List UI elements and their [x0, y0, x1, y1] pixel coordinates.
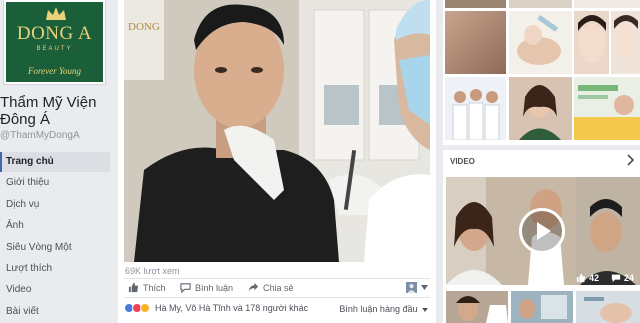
nav-item-photos[interactable]: Ảnh	[0, 216, 110, 236]
photo-thumb[interactable]	[509, 0, 572, 8]
play-button[interactable]	[519, 208, 565, 254]
page-nav: Trang chủ Giới thiệu Dịch vụ Ảnh Siêu Vò…	[0, 152, 110, 323]
crown-icon	[46, 7, 66, 20]
nav-item-posts[interactable]: Bài viết	[0, 302, 110, 322]
featured-video[interactable]: 42 24	[446, 177, 640, 285]
nav-item-sieu-vong-mot[interactable]: Siêu Vòng Một	[0, 238, 110, 258]
wow-reaction-icon	[140, 303, 150, 313]
video-thumb[interactable]	[511, 291, 573, 323]
video-comments-stat: 24	[611, 273, 634, 283]
post-as-selector[interactable]	[406, 282, 428, 293]
photo-thumb[interactable]	[509, 77, 572, 140]
photo-thumb[interactable]	[445, 77, 506, 140]
left-column: DONG A BEAUTY Forever Young Thẩm Mỹ Viện…	[0, 0, 112, 323]
like-icon	[128, 282, 139, 293]
reactions-summary[interactable]: Hà My, Võ Hà Tĩnh và 178 người khác	[124, 303, 308, 313]
photos-grid	[443, 0, 640, 145]
svg-text:DONG: DONG	[128, 21, 160, 33]
post-video[interactable]: DONG	[124, 0, 430, 262]
video-likes-count: 42	[589, 273, 600, 283]
photo-thumb[interactable]	[445, 11, 506, 74]
share-label: Chia sẻ	[263, 282, 294, 293]
page-title[interactable]: Thẩm Mỹ Viện Đông Á	[0, 94, 118, 128]
like-button[interactable]: Thích	[128, 282, 166, 293]
logo-tagline: Forever Young	[27, 66, 82, 76]
comment-icon	[611, 274, 621, 283]
chevron-right-icon[interactable]	[627, 154, 635, 166]
photo-thumb[interactable]	[611, 11, 640, 74]
video-comments-count: 24	[624, 273, 635, 283]
comment-sort-label: Bình luận hàng đầu	[339, 304, 418, 314]
caret-down-icon	[421, 285, 428, 290]
like-label: Thích	[143, 282, 166, 293]
page-profile-logo[interactable]: DONG A BEAUTY Forever Young	[4, 0, 105, 84]
facebook-page: DONG A BEAUTY Forever Young Thẩm Mỹ Viện…	[0, 0, 640, 323]
nav-item-likes[interactable]: Lượt thích	[0, 259, 110, 279]
avatar-icon	[406, 282, 417, 293]
share-icon	[248, 282, 259, 292]
video-thumb[interactable]	[576, 291, 640, 323]
right-column: VIDEO 42 24	[443, 0, 640, 323]
photo-thumb[interactable]	[574, 11, 609, 74]
logo-sub-text: BEAUTY	[36, 46, 73, 52]
caret-down-icon	[422, 308, 428, 312]
video-likes-stat: 42	[576, 273, 599, 283]
like-icon	[576, 273, 586, 283]
comment-button[interactable]: Bình luận	[180, 282, 233, 293]
share-button[interactable]: Chia sẻ	[248, 282, 294, 293]
photo-thumb[interactable]	[445, 0, 506, 8]
video-thumb[interactable]	[446, 291, 508, 323]
nav-item-videos[interactable]: Video	[0, 280, 110, 300]
comment-icon	[180, 283, 191, 293]
reactions-text: Hà My, Võ Hà Tĩnh và 178 người khác	[155, 303, 309, 313]
page-handle[interactable]: @ThamMyDongA	[0, 130, 80, 141]
comment-sort-dropdown[interactable]: Bình luận hàng đầu	[339, 304, 428, 314]
photo-thumb[interactable]	[574, 0, 640, 8]
nav-item-home[interactable]: Trang chủ	[0, 152, 110, 172]
play-icon	[537, 222, 551, 240]
photo-thumb[interactable]	[574, 77, 640, 140]
post-actions-bar: Thích Bình luận Chia sẻ	[124, 278, 430, 298]
nav-item-about[interactable]: Giới thiệu	[0, 173, 110, 193]
video-frame-illustration: DONG	[124, 0, 430, 262]
comment-label: Bình luận	[195, 282, 234, 293]
video-section-title[interactable]: VIDEO	[450, 157, 475, 166]
nav-item-services[interactable]: Dịch vụ	[0, 195, 110, 215]
logo-brand-text: DONG A	[16, 23, 93, 44]
photo-thumb[interactable]	[509, 11, 572, 74]
view-count: 69K lượt xem	[125, 266, 180, 276]
post-card: DONG 69K lượt xem Thích Bình luận Chia s…	[118, 0, 436, 323]
